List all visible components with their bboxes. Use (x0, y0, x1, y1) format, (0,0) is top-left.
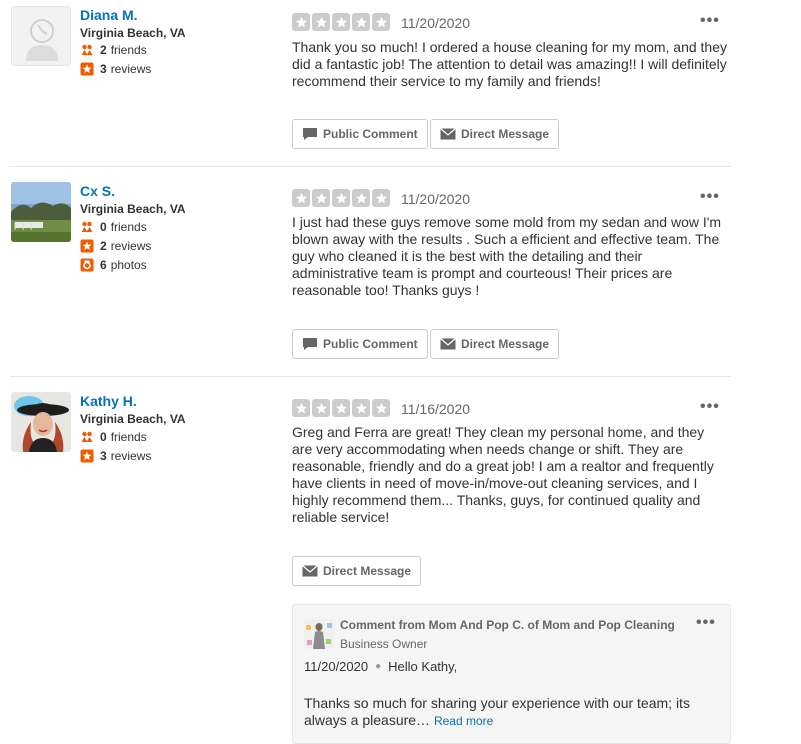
camera-icon (80, 258, 94, 272)
review-star-icon (80, 62, 94, 76)
owner-greeting: Hello Kathy, (388, 659, 458, 674)
friends-icon (80, 430, 94, 444)
star-icon (312, 189, 330, 207)
review-text: Greg and Ferra are great! They clean my … (292, 424, 714, 525)
reviews-count: 2 reviews (80, 238, 151, 254)
star-icon (372, 399, 390, 417)
star-icon (372, 189, 390, 207)
speech-bubble-icon (302, 127, 318, 141)
review-date: 11/20/2020 (401, 191, 471, 207)
user-name[interactable]: Cx S. (80, 183, 115, 199)
direct-message-button[interactable]: Direct Message (430, 119, 560, 149)
review-date: 11/20/2020 (401, 15, 471, 31)
more-options-icon[interactable]: ••• (696, 615, 716, 631)
user-avatar[interactable] (11, 182, 71, 242)
photos-count: 6 photos (80, 257, 147, 273)
review-date: 11/16/2020 (401, 401, 471, 417)
reviews-count: 3 reviews (80, 61, 151, 77)
owner-comment-header: 11/20/2020 ● Hello Kathy, (304, 659, 457, 674)
star-icon (372, 13, 390, 31)
owner-comment-text: Thanks so much for sharing your experien… (304, 695, 690, 728)
star-rating (292, 189, 390, 207)
envelope-icon (440, 127, 456, 141)
review-card: Cx S. Virginia Beach, VA 0 friends 2 rev… (0, 176, 731, 376)
user-avatar[interactable] (11, 392, 71, 452)
friends-icon (80, 43, 94, 57)
star-icon (352, 189, 370, 207)
reviews-count: 3 reviews (80, 448, 151, 464)
friends-count: 0 friends (80, 219, 147, 235)
more-options-icon[interactable]: ••• (700, 13, 720, 29)
star-icon (292, 13, 310, 31)
separator-dot: ● (375, 661, 382, 672)
owner-comment-title: Comment from Mom And Pop C. of Mom and P… (340, 618, 675, 632)
owner-photo (304, 619, 334, 649)
review-divider (10, 166, 731, 167)
friends-count: 0 friends (80, 429, 147, 445)
star-icon (352, 399, 370, 417)
user-avatar[interactable] (11, 6, 71, 66)
owner-comment: Comment from Mom And Pop C. of Mom and P… (292, 604, 731, 744)
review-card: Diana M. Virginia Beach, VA 2 friends 3 … (0, 0, 731, 166)
direct-message-button[interactable]: Direct Message (292, 556, 422, 586)
envelope-icon (302, 564, 318, 578)
user-name[interactable]: Kathy H. (80, 393, 137, 409)
star-icon (312, 13, 330, 31)
more-options-icon[interactable]: ••• (700, 189, 720, 205)
star-icon (332, 13, 350, 31)
default-avatar-icon (26, 19, 58, 61)
more-options-icon[interactable]: ••• (700, 399, 720, 415)
star-rating (292, 13, 390, 31)
star-icon (332, 189, 350, 207)
owner-comment-date: 11/20/2020 (304, 659, 369, 674)
star-icon (312, 399, 330, 417)
review-divider (10, 376, 731, 377)
business-owner-avatar[interactable] (304, 619, 334, 649)
star-icon (352, 13, 370, 31)
speech-bubble-icon (302, 337, 318, 351)
user-location: Virginia Beach, VA (80, 202, 186, 216)
direct-message-button[interactable]: Direct Message (430, 329, 560, 359)
user-location: Virginia Beach, VA (80, 26, 186, 40)
review-text: I just had these guys remove some mold f… (292, 214, 722, 298)
public-comment-button[interactable]: Public Comment (292, 329, 428, 359)
star-icon (332, 399, 350, 417)
user-photo (11, 182, 71, 242)
star-icon (292, 189, 310, 207)
review-text: Thank you so much! I ordered a house cle… (292, 39, 728, 89)
user-location: Virginia Beach, VA (80, 412, 186, 426)
star-rating (292, 399, 390, 417)
user-name[interactable]: Diana M. (80, 7, 138, 23)
review-star-icon (80, 239, 94, 253)
read-more-link[interactable]: Read more (434, 714, 493, 728)
star-icon (292, 399, 310, 417)
owner-role: Business Owner (340, 637, 428, 651)
friends-icon (80, 220, 94, 234)
envelope-icon (440, 337, 456, 351)
friends-count: 2 friends (80, 42, 147, 58)
public-comment-button[interactable]: Public Comment (292, 119, 428, 149)
review-star-icon (80, 449, 94, 463)
user-photo (11, 392, 71, 452)
